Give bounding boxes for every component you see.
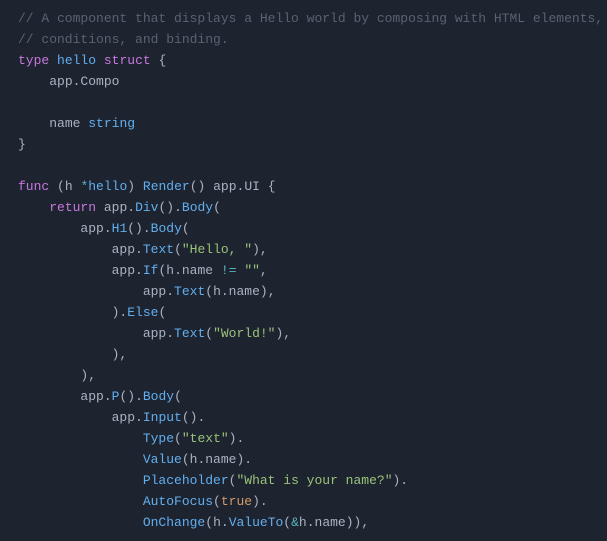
comment-line: // conditions, and binding.: [18, 32, 229, 47]
bool-true: true: [221, 494, 252, 509]
string-empty: "": [244, 263, 260, 278]
string-text: "text": [182, 431, 229, 446]
brace: {: [158, 53, 166, 68]
receiver-type: hello: [88, 179, 127, 194]
method-autofocus: AutoFocus: [143, 494, 213, 509]
string-hello: "Hello, ": [182, 242, 252, 257]
brace: {: [268, 179, 276, 194]
receiver: (h: [57, 179, 80, 194]
func-name: Render: [143, 179, 190, 194]
method-input: Input: [143, 410, 182, 425]
return-type: app.UI: [213, 179, 260, 194]
keyword-func: func: [18, 179, 49, 194]
string-world: "World!": [213, 326, 275, 341]
field-name: name: [49, 116, 80, 131]
code-block: // A component that displays a Hello wor…: [0, 0, 607, 541]
type-name: hello: [57, 53, 96, 68]
method-text: Text: [143, 242, 174, 257]
method-h1: H1: [112, 221, 128, 236]
brace: }: [18, 137, 26, 152]
method-value: Value: [143, 452, 182, 467]
method-onchange: OnChange: [143, 515, 205, 530]
keyword-return: return: [49, 200, 96, 215]
method-div: Div: [135, 200, 158, 215]
keyword-struct: struct: [104, 53, 151, 68]
field-type: string: [88, 116, 135, 131]
string-prompt: "What is your name?": [236, 473, 392, 488]
method-type: Type: [143, 431, 174, 446]
field: app.Compo: [49, 74, 119, 89]
op-neq: !=: [221, 263, 237, 278]
keyword-type: type: [18, 53, 49, 68]
method-valueto: ValueTo: [229, 515, 284, 530]
method-placeholder: Placeholder: [143, 473, 229, 488]
method-else: Else: [127, 305, 158, 320]
paren: ): [127, 179, 135, 194]
pkg: app: [104, 200, 127, 215]
op-amp: &: [291, 515, 299, 530]
method-if: If: [143, 263, 159, 278]
expr: h.name: [166, 263, 213, 278]
method-body: Body: [182, 200, 213, 215]
comment-line: // A component that displays a Hello wor…: [18, 11, 603, 26]
parens: (): [190, 179, 206, 194]
